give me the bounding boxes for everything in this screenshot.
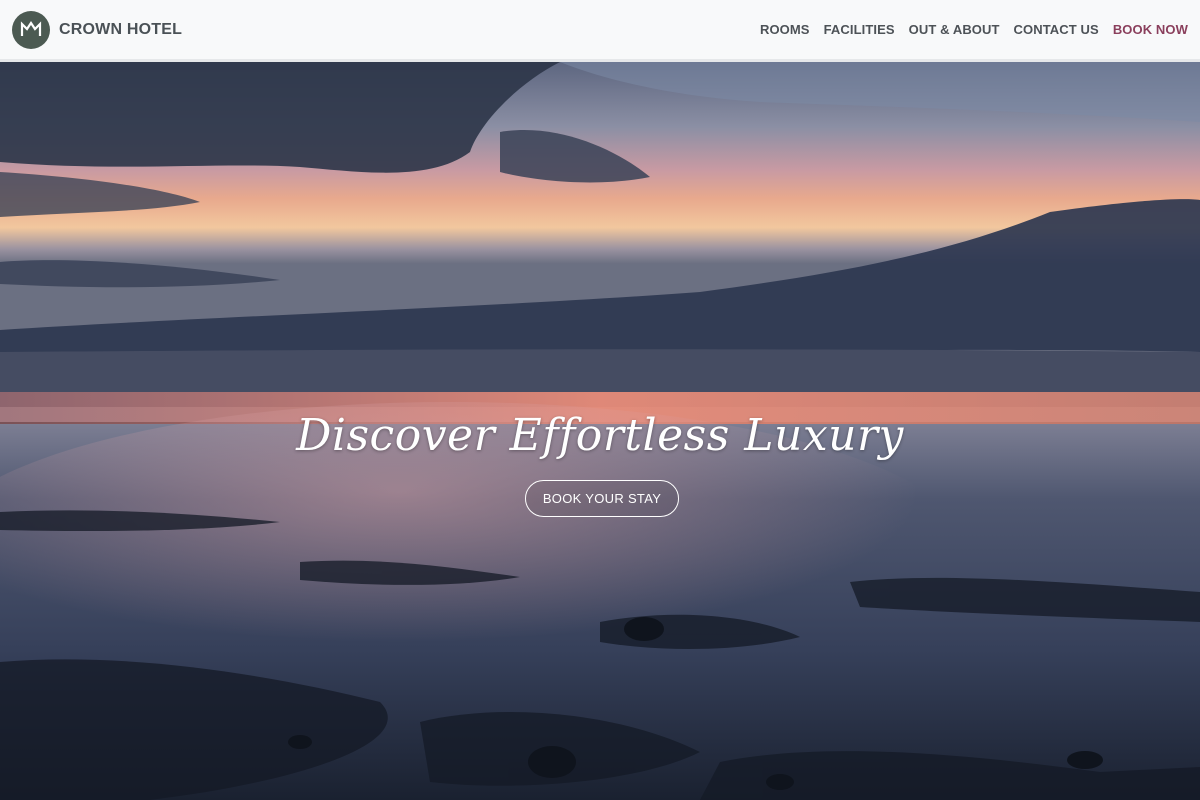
- nav-contact-us[interactable]: CONTACT US: [1014, 22, 1099, 37]
- crown-icon: [12, 11, 50, 49]
- nav-facilities[interactable]: FACILITIES: [824, 22, 895, 37]
- home-link[interactable]: CROWN HOTEL: [12, 11, 182, 49]
- site-header: CROWN HOTEL ROOMS FACILITIES OUT & ABOUT…: [0, 0, 1200, 62]
- nav-out-about[interactable]: OUT & ABOUT: [909, 22, 1000, 37]
- hero-headline: Discover Effortless Luxury: [296, 410, 904, 461]
- hero-section: Discover Effortless Luxury BOOK YOUR STA…: [0, 62, 1200, 800]
- main-nav: ROOMS FACILITIES OUT & ABOUT CONTACT US …: [760, 0, 1188, 59]
- nav-rooms[interactable]: ROOMS: [760, 22, 810, 37]
- nav-book-now[interactable]: BOOK NOW: [1113, 22, 1188, 37]
- book-your-stay-button[interactable]: BOOK YOUR STAY: [525, 480, 679, 517]
- brand-name: CROWN HOTEL: [59, 21, 183, 38]
